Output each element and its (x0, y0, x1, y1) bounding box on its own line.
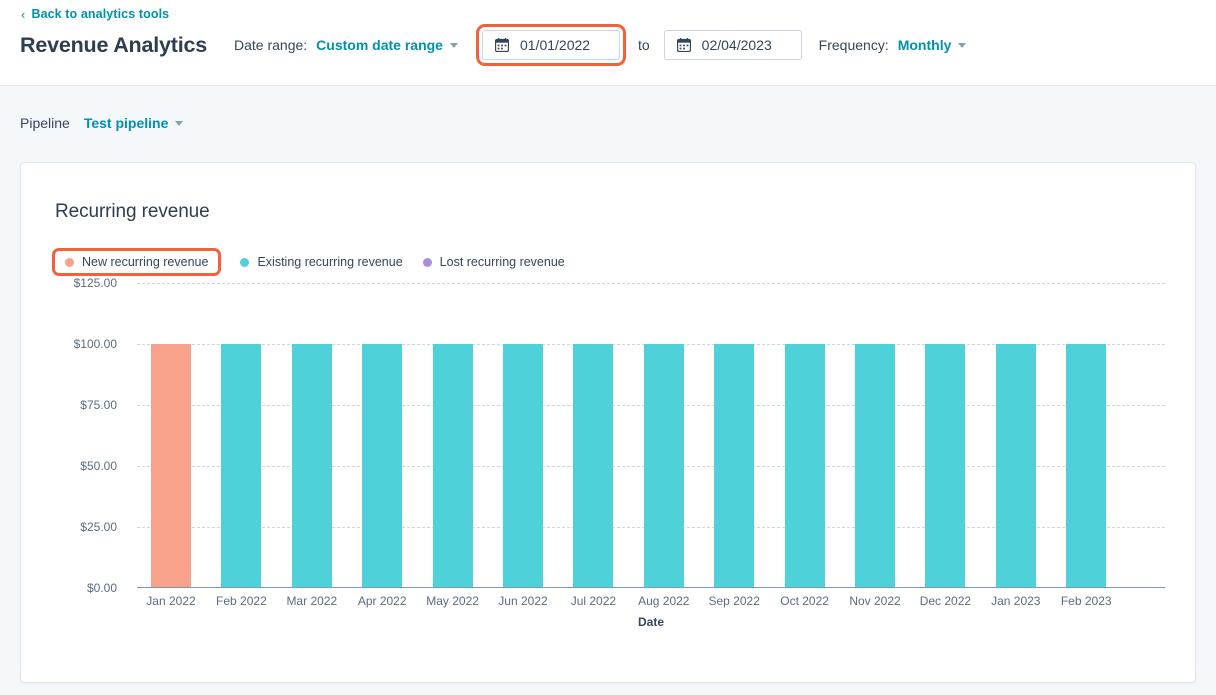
chart-bar[interactable] (855, 344, 895, 588)
x-axis-tick-label: May 2022 (413, 594, 493, 608)
x-axis-tick-label: Jan 2022 (131, 594, 211, 608)
chart-bar[interactable] (644, 344, 684, 588)
y-axis-tick-label: $100.00 (74, 337, 117, 351)
y-axis: $125.00$100.00$75.00$50.00$25.00$0.00 (55, 283, 127, 588)
legend-item-2[interactable]: Lost recurring revenue (413, 251, 575, 273)
chart-bar[interactable] (292, 344, 332, 588)
back-link-label: Back to analytics tools (31, 7, 169, 21)
page-header: ‹ Back to analytics tools Revenue Analyt… (0, 0, 1216, 86)
pipeline-label: Pipeline (20, 115, 70, 131)
legend-color-dot (423, 258, 432, 267)
chevron-down-icon (958, 43, 966, 48)
back-to-analytics-tools-link[interactable]: ‹ Back to analytics tools (21, 7, 169, 21)
legend-item-label: Existing recurring revenue (257, 255, 402, 269)
chevron-left-icon: ‹ (21, 8, 25, 21)
chart-bar[interactable] (785, 344, 825, 588)
x-axis-line (137, 587, 1165, 588)
y-axis-tick-label: $125.00 (74, 276, 117, 290)
chevron-down-icon (175, 121, 183, 126)
end-date-input[interactable]: 02/04/2023 (664, 30, 802, 60)
x-axis-tick-label: Jul 2022 (553, 594, 633, 608)
chart-bar[interactable] (221, 344, 261, 588)
chart-bar[interactable] (996, 344, 1036, 588)
chart-bar[interactable] (362, 344, 402, 588)
x-axis-tick-label: Jun 2022 (483, 594, 563, 608)
legend-color-dot (65, 258, 74, 267)
pipeline-dropdown[interactable]: Test pipeline (84, 115, 184, 131)
x-axis-title: Date (137, 615, 1165, 629)
frequency-dropdown[interactable]: Monthly (898, 37, 967, 53)
date-to-label: to (638, 37, 650, 53)
x-axis-tick-label: Sep 2022 (694, 594, 774, 608)
x-axis-tick-label: Oct 2022 (765, 594, 845, 608)
page-title: Revenue Analytics (20, 33, 207, 58)
chart-plot-area: $125.00$100.00$75.00$50.00$25.00$0.00 Ja… (55, 283, 1165, 648)
chart-bar[interactable] (714, 344, 754, 588)
x-axis-tick-label: Mar 2022 (272, 594, 352, 608)
start-date-input[interactable]: 01/01/2022 (482, 30, 620, 60)
pipeline-filter-bar: Pipeline Test pipeline (0, 86, 1216, 160)
date-range-dropdown-label: Custom date range (316, 37, 443, 53)
pipeline-dropdown-label: Test pipeline (84, 115, 169, 131)
chart-bar[interactable] (925, 344, 965, 588)
date-range-dropdown[interactable]: Custom date range (316, 37, 458, 53)
recurring-revenue-card: Recurring revenue New recurring revenue E… (20, 162, 1196, 683)
x-axis-tick-label: Apr 2022 (342, 594, 422, 608)
x-axis: Jan 2022Feb 2022Mar 2022Apr 2022May 2022… (137, 589, 1165, 613)
bar-series (137, 283, 1165, 588)
calendar-icon (495, 38, 509, 52)
chart-bar[interactable] (503, 344, 543, 588)
legend-item-label: Lost recurring revenue (440, 255, 565, 269)
chart-bar[interactable] (573, 344, 613, 588)
date-range-label: Date range: (234, 37, 307, 53)
y-axis-tick-label: $50.00 (80, 459, 117, 473)
start-date-value: 01/01/2022 (520, 37, 590, 53)
x-axis-tick-label: Feb 2023 (1046, 594, 1126, 608)
y-axis-tick-label: $75.00 (80, 398, 117, 412)
y-axis-tick-label: $0.00 (87, 581, 117, 595)
header-controls-row: Revenue Analytics Date range: Custom dat… (20, 30, 1206, 60)
end-date-value: 02/04/2023 (702, 37, 772, 53)
legend-item-label: New recurring revenue (82, 255, 208, 269)
frequency-label: Frequency: (819, 37, 889, 53)
grid-area (137, 283, 1165, 588)
frequency-dropdown-label: Monthly (898, 37, 952, 53)
chart-title: Recurring revenue (55, 201, 210, 223)
legend-color-dot (240, 258, 249, 267)
chevron-down-icon (450, 43, 458, 48)
y-axis-tick-label: $25.00 (80, 520, 117, 534)
calendar-icon (677, 38, 691, 52)
chart-bar[interactable] (1066, 344, 1106, 588)
x-axis-tick-label: Nov 2022 (835, 594, 915, 608)
chart-legend: New recurring revenue Existing recurring … (55, 251, 575, 273)
legend-item-1[interactable]: Existing recurring revenue (230, 251, 412, 273)
chart-bar[interactable] (433, 344, 473, 588)
x-axis-tick-label: Feb 2022 (201, 594, 281, 608)
x-axis-tick-label: Jan 2023 (976, 594, 1056, 608)
x-axis-tick-label: Dec 2022 (905, 594, 985, 608)
x-axis-tick-label: Aug 2022 (624, 594, 704, 608)
legend-item-0[interactable]: New recurring revenue (55, 251, 218, 273)
chart-bar[interactable] (151, 344, 191, 588)
